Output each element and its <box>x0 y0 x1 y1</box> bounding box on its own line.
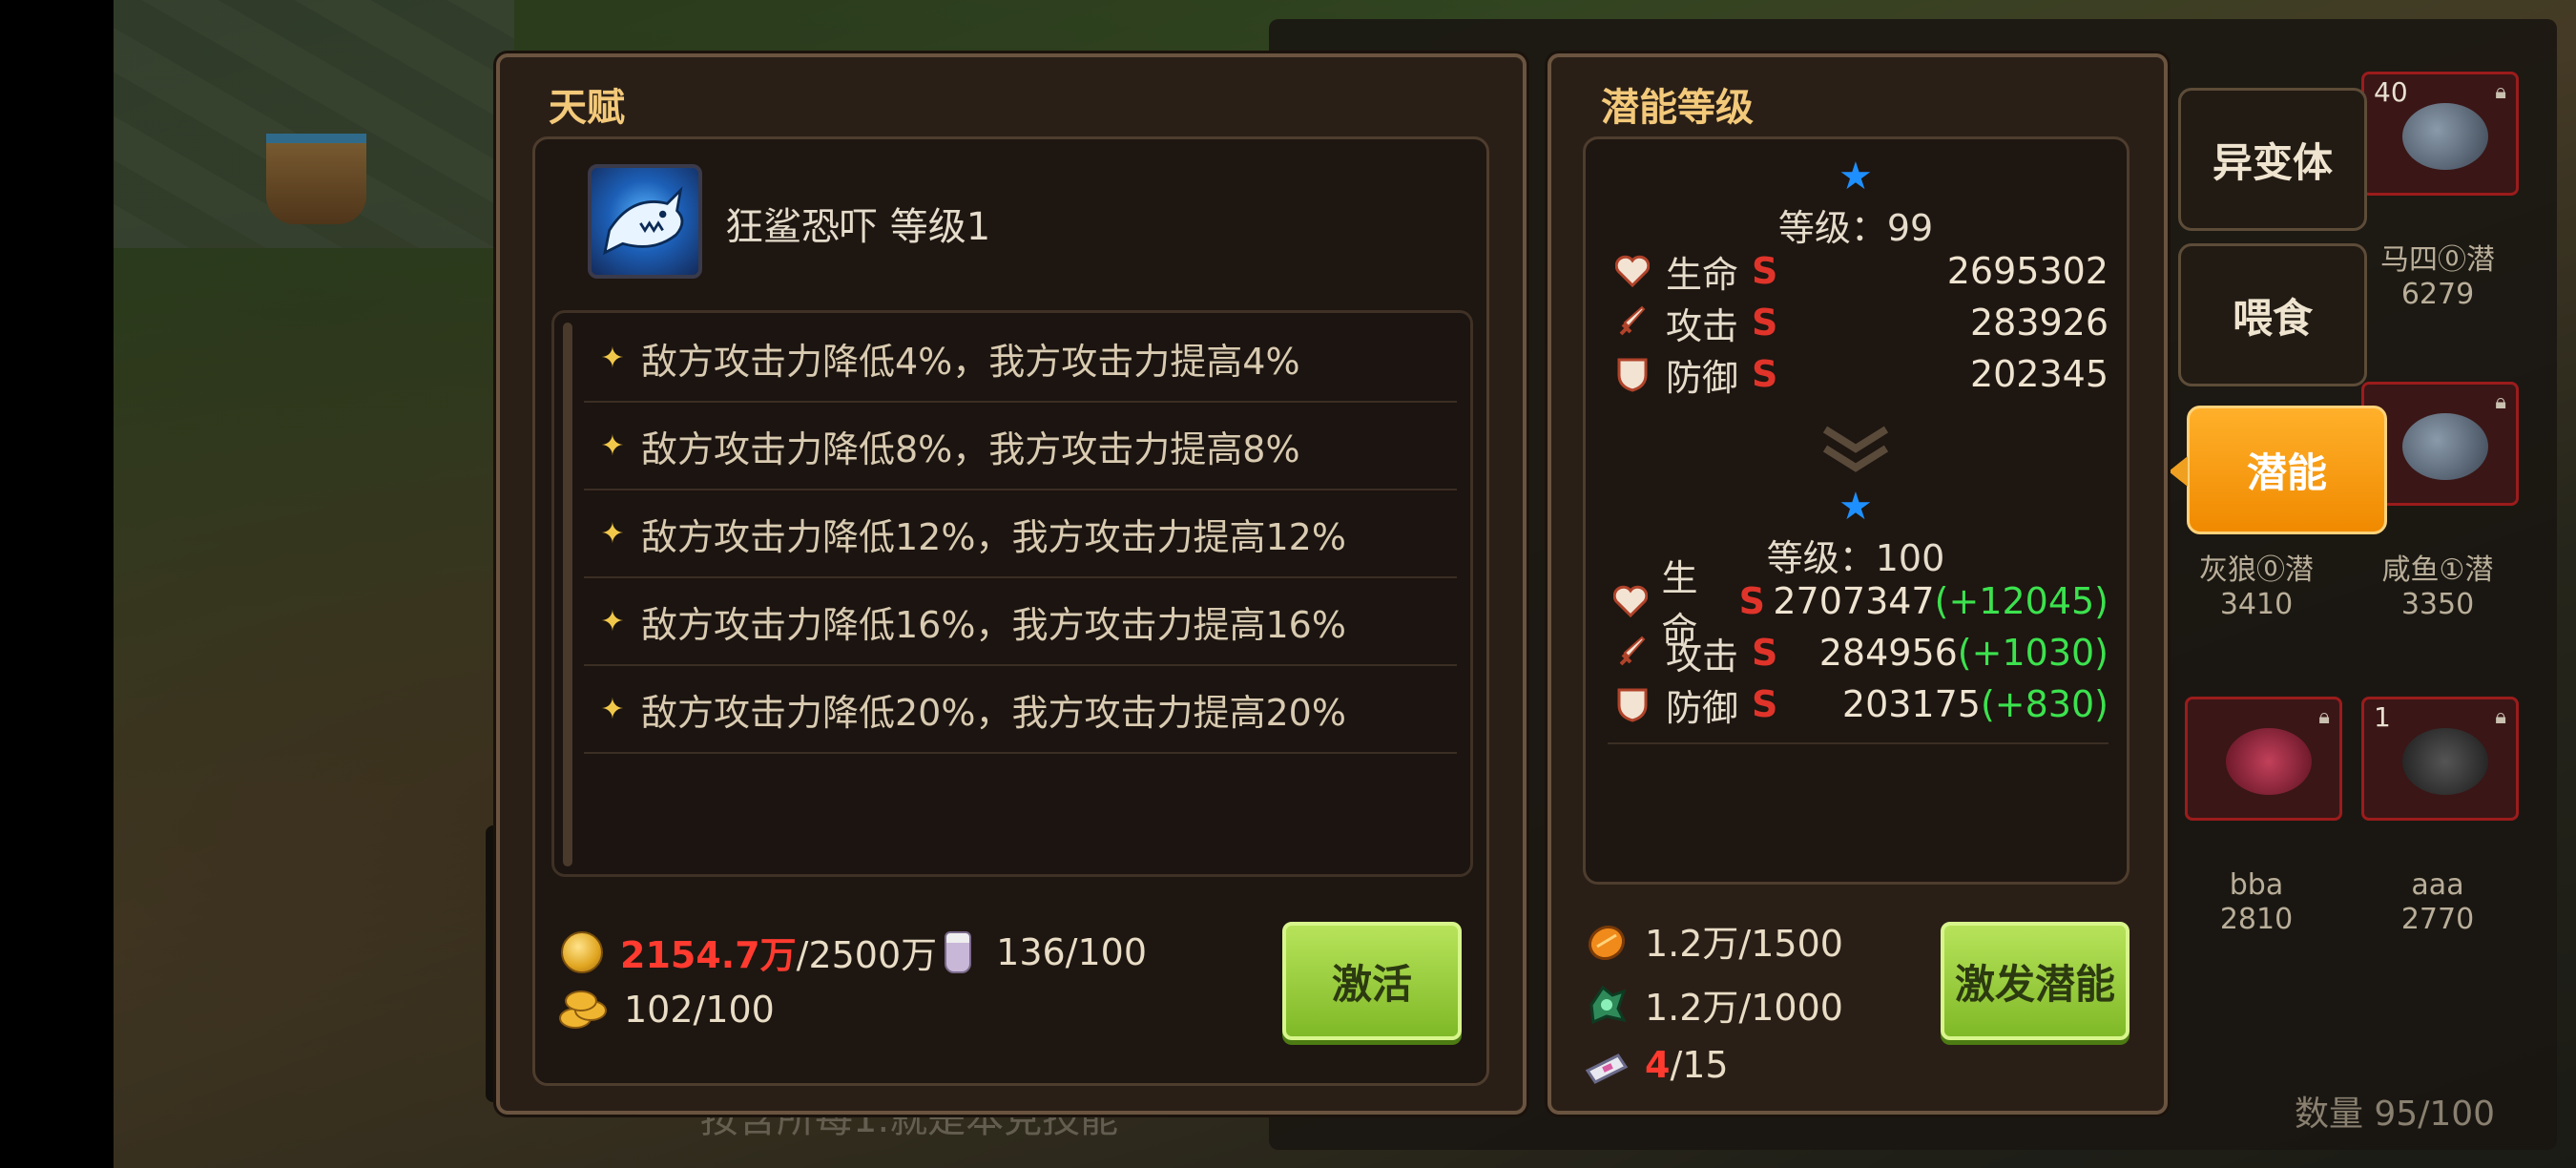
pet-portrait <box>2402 728 2488 795</box>
ticket-icon <box>1585 1053 1629 1084</box>
gold-cost: 2154.7万 /2500万 136/100 <box>561 926 1147 978</box>
stat-value: 203175 <box>1841 683 1981 725</box>
lock-icon: 🔒︎ <box>2495 705 2506 729</box>
stat-value: 284956 <box>1818 632 1958 674</box>
tab-potential[interactable]: 潜能 <box>2169 406 2387 534</box>
potion-icon <box>945 930 972 973</box>
stat-value: 2707347 <box>1773 580 1935 622</box>
list-item: ✦ 敌方攻击力降低12%，我方攻击力提高12% <box>584 490 1457 578</box>
stat-bonus: (+830) <box>1980 683 2109 725</box>
stat-row-defense: 防御 S 202345 <box>1612 349 2109 399</box>
pet-card[interactable]: 40 🔒︎ <box>2361 72 2519 196</box>
pet-portrait <box>2226 728 2312 795</box>
stat-bonus: (+12045) <box>1934 580 2109 622</box>
shark-skill-icon <box>588 164 702 279</box>
skill-name: 狂鲨恐吓 等级1 <box>725 205 991 249</box>
potential-title: 潜能等级 <box>1601 86 1754 130</box>
shield-icon <box>1612 354 1652 394</box>
star-icon: ✦ <box>600 692 625 726</box>
divider <box>1608 742 2109 744</box>
lock-icon: 🔒︎ <box>2495 80 2506 104</box>
stat-row-hp: 生命 S 2695302 <box>1612 246 2109 296</box>
pet-power: 2810 <box>2219 903 2294 936</box>
stat-row-attack: 攻击 S 283926 <box>1612 298 2109 347</box>
coin-cost: 102/100 <box>557 989 775 1031</box>
star-icon: ✦ <box>600 341 625 375</box>
coin-stack-icon <box>557 989 611 1031</box>
star-icon: ✦ <box>600 428 625 463</box>
tab-feed[interactable]: 喂食 <box>2178 243 2367 386</box>
pet-name: 灰狼⓪潜 <box>2199 553 2314 587</box>
pet-name: bba <box>2229 868 2284 902</box>
list-item: ✦ 敌方攻击力降低8%，我方攻击力提高8% <box>584 403 1457 490</box>
stat-row-hp-next: 生命 S 2707347(+12045) <box>1612 557 2109 652</box>
pet-card[interactable]: 🔒︎ <box>2185 697 2342 821</box>
heart-icon <box>1612 251 1652 291</box>
talent-title: 天赋 <box>549 86 625 130</box>
star-icon: ★ <box>1839 485 1873 529</box>
shield-icon <box>1612 684 1652 724</box>
list-item: ✦ 敌方攻击力降低20%，我方攻击力提高20% <box>584 666 1457 754</box>
pet-name: 马四⓪潜 <box>2380 243 2495 277</box>
resource-fruit: 1.2万/1500 <box>1584 914 1843 967</box>
resource-ticket: 4/15 <box>1584 1042 1729 1088</box>
pet-count: 数量 95/100 <box>2294 1095 2496 1134</box>
effects-scrollbar[interactable] <box>563 323 572 866</box>
sword-icon <box>1612 633 1652 673</box>
next-level: 等级：100 <box>1766 537 1945 579</box>
orange-fruit-icon <box>1588 925 1626 960</box>
star-icon: ★ <box>1839 155 1873 198</box>
gold-coin-icon <box>561 930 603 973</box>
tab-mutant[interactable]: 异变体 <box>2178 88 2367 231</box>
list-item: ✦ 敌方攻击力降低4%，我方攻击力提高4% <box>584 315 1457 403</box>
potion-count: 136/100 <box>996 930 1148 973</box>
pet-power: 2770 <box>2400 903 2475 936</box>
list-item: ✦ 敌方攻击力降低16%，我方攻击力提高16% <box>584 578 1457 666</box>
coin-count: 102/100 <box>624 989 775 1031</box>
chevron-down-icon <box>1822 426 1889 472</box>
pet-name: 咸鱼①潜 <box>2381 553 2494 587</box>
current-level: 等级：99 <box>1777 207 1934 249</box>
stat-row-defense-next: 防御 S 203175(+830) <box>1612 679 2109 729</box>
pet-power: 3350 <box>2400 588 2475 621</box>
heart-icon <box>1612 581 1649 621</box>
ticket-current: 4 <box>1645 1044 1671 1086</box>
gold-required: /2500万 <box>796 934 938 976</box>
pet-name: aaa <box>2411 868 2464 902</box>
activate-button[interactable]: 激活 <box>1282 922 1462 1040</box>
green-crystal-icon <box>1589 985 1627 1024</box>
pet-portrait <box>2402 413 2488 480</box>
trigger-potential-button[interactable]: 激发潜能 <box>1941 922 2129 1040</box>
sword-icon <box>1612 302 1652 343</box>
pet-portrait <box>2402 103 2488 170</box>
pet-card[interactable]: 1 🔒︎ <box>2361 697 2519 821</box>
stat-row-attack-next: 攻击 S 284956(+1030) <box>1612 628 2109 678</box>
resource-crystal: 1.2万/1000 <box>1584 978 1843 1031</box>
lock-icon: 🔒︎ <box>2318 705 2330 729</box>
gold-current: 2154.7万 <box>620 934 797 976</box>
pet-power: 3410 <box>2219 588 2294 621</box>
pet-power: 6279 <box>2400 278 2475 311</box>
ticket-total: /15 <box>1670 1044 1729 1086</box>
star-icon: ✦ <box>600 604 625 638</box>
stat-bonus: (+1030) <box>1957 632 2109 674</box>
lock-icon: 🔒︎ <box>2495 390 2506 414</box>
star-icon: ✦ <box>600 516 625 551</box>
